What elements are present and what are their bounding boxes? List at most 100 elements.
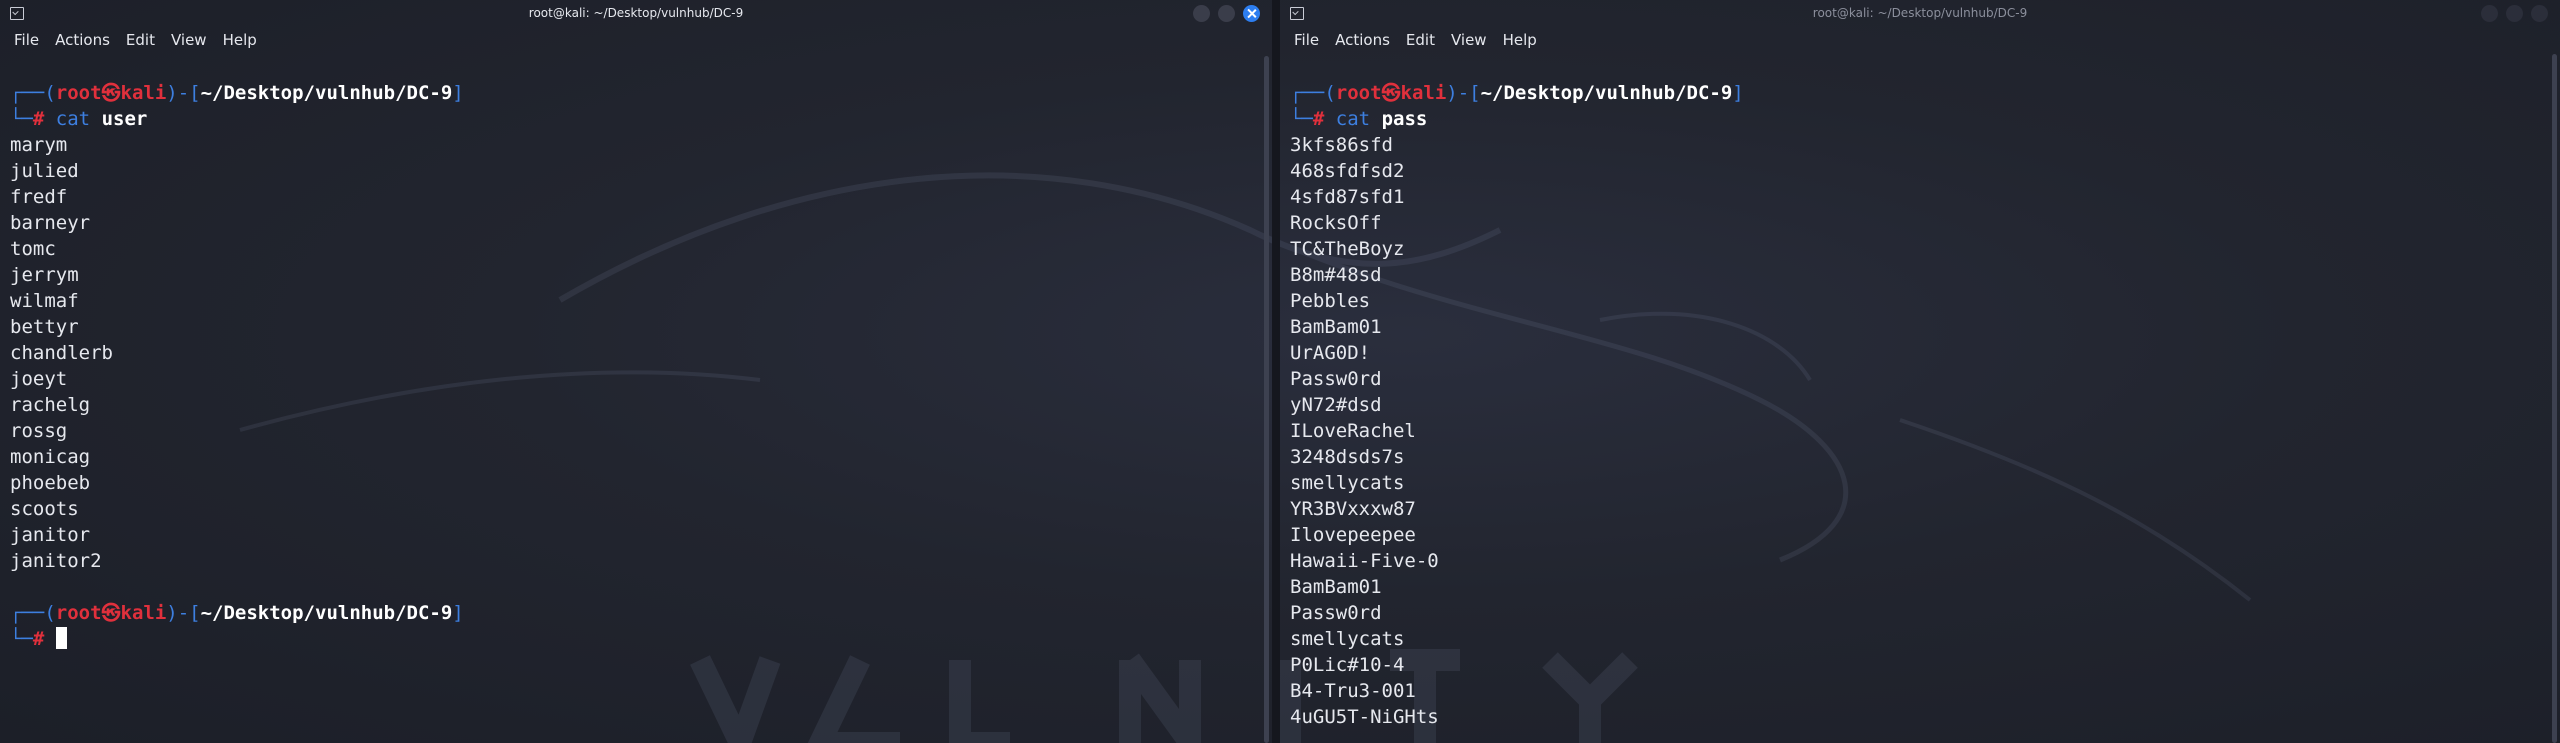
desktop: root@kali: ~/Desktop/vulnhub/DC-9 File A…	[0, 0, 2560, 743]
menu-actions[interactable]: Actions	[1327, 28, 1398, 52]
prompt-corner: ┌──(	[10, 602, 56, 624]
prompt-corner: └─	[10, 108, 33, 130]
menubar: File Actions Edit View Help	[1280, 28, 2560, 52]
output-line: P0Lic#10-4	[1290, 654, 1405, 676]
output-line: 3248dsds7s	[1290, 446, 1405, 468]
output-line: Passw0rd	[1290, 368, 1382, 390]
menu-view[interactable]: View	[163, 28, 215, 52]
output-line: bettyr	[10, 316, 79, 338]
output-line: 4sfd87sfd1	[1290, 186, 1405, 208]
output-line: tomc	[10, 238, 56, 260]
command: cat	[55, 108, 91, 130]
prompt-corner: └─	[10, 628, 33, 650]
menu-file[interactable]: File	[1286, 28, 1327, 52]
prompt-hash: #	[32, 628, 45, 650]
prompt-corner: └─	[1290, 108, 1313, 130]
prompt-end: ]	[1732, 82, 1744, 104]
menu-edit[interactable]: Edit	[1398, 28, 1443, 52]
menu-file[interactable]: File	[6, 28, 47, 52]
output-line: rossg	[10, 420, 68, 442]
output-line: Passw0rd	[1290, 602, 1382, 624]
titlebar[interactable]: root@kali: ~/Desktop/vulnhub/DC-9	[0, 0, 1272, 26]
maximize-icon[interactable]	[1218, 5, 1235, 22]
output-line: ILoveRachel	[1290, 420, 1416, 442]
output-line: 4uGU5T-NiGHts	[1290, 706, 1439, 728]
output-line: UrAG0D!	[1290, 342, 1371, 364]
close-icon[interactable]	[2531, 5, 2548, 22]
output-line: YR3BVxxxw87	[1290, 498, 1416, 520]
output-line: joeyt	[10, 368, 68, 390]
command-line: └─# cat pass	[1290, 106, 2546, 132]
terminal-window-left[interactable]: root@kali: ~/Desktop/vulnhub/DC-9 File A…	[0, 0, 1272, 743]
output-line: yN72#dsd	[1290, 394, 1382, 416]
close-icon[interactable]	[1243, 5, 1260, 22]
command-line: └─#	[10, 626, 1258, 652]
output-line: monicag	[10, 446, 91, 468]
output-line: BamBam01	[1290, 576, 1382, 598]
output-line: smellycats	[1290, 628, 1405, 650]
minimize-icon[interactable]	[2481, 5, 2498, 22]
output-line: TC&TheBoyz	[1290, 238, 1405, 260]
prompt-user: root㉿kali	[55, 82, 167, 104]
output-line: scoots	[10, 498, 79, 520]
prompt-corner: ┌──(	[10, 82, 56, 104]
window-buttons	[2481, 5, 2548, 22]
prompt-sep: )-[	[1446, 82, 1481, 104]
output-line: wilmaf	[10, 290, 79, 312]
menu-help[interactable]: Help	[1495, 28, 1545, 52]
scrollbar[interactable]	[1264, 56, 1269, 743]
menu-actions[interactable]: Actions	[47, 28, 118, 52]
command-line: └─# cat user	[10, 106, 1258, 132]
menu-help[interactable]: Help	[215, 28, 265, 52]
window-title: root@kali: ~/Desktop/vulnhub/DC-9	[528, 6, 744, 20]
menu-edit[interactable]: Edit	[118, 28, 163, 52]
output-line: B8m#48sd	[1290, 264, 1382, 286]
output-line: BamBam01	[1290, 316, 1382, 338]
prompt-user: root㉿kali	[1335, 82, 1447, 104]
output-line: barneyr	[10, 212, 91, 234]
prompt-sep: )-[	[166, 82, 201, 104]
minimize-icon[interactable]	[1193, 5, 1210, 22]
scrollbar[interactable]	[2552, 54, 2557, 743]
maximize-icon[interactable]	[2506, 5, 2523, 22]
window-divider	[1272, 0, 1280, 743]
prompt-path: ~/Desktop/vulnhub/DC-9	[1480, 82, 1733, 104]
prompt-end: ]	[452, 82, 464, 104]
prompt-user: root㉿kali	[55, 602, 167, 624]
output-line: Ilovepeepee	[1290, 524, 1416, 546]
prompt-corner: ┌──(	[1290, 82, 1336, 104]
output-line: RocksOff	[1290, 212, 1382, 234]
terminal-output[interactable]: ┌──(root㉿kali)-[~/Desktop/vulnhub/DC-9] …	[1280, 80, 2546, 743]
terminal-output[interactable]: ┌──(root㉿kali)-[~/Desktop/vulnhub/DC-9] …	[0, 80, 1258, 743]
window-title: root@kali: ~/Desktop/vulnhub/DC-9	[1812, 6, 2028, 20]
text-cursor	[55, 627, 67, 649]
output-line: 468sfdfsd2	[1290, 160, 1405, 182]
output-line: fredf	[10, 186, 68, 208]
prompt-hash: #	[1312, 108, 1325, 130]
output-line: jerrym	[10, 264, 79, 286]
prompt-end: ]	[452, 602, 464, 624]
output-line: Hawaii-Five-0	[1290, 550, 1439, 572]
prompt-line: ┌──(root㉿kali)-[~/Desktop/vulnhub/DC-9]	[1290, 80, 2546, 106]
command-arg: pass	[1381, 108, 1428, 130]
command: cat	[1335, 108, 1371, 130]
prompt-sep: )-[	[166, 602, 201, 624]
command-arg: user	[101, 108, 148, 130]
output-line: janitor2	[10, 550, 102, 572]
output-line: chandlerb	[10, 342, 113, 364]
menubar: File Actions Edit View Help	[0, 28, 1272, 52]
prompt-line: ┌──(root㉿kali)-[~/Desktop/vulnhub/DC-9]	[10, 80, 1258, 106]
output-line: julied	[10, 160, 79, 182]
titlebar[interactable]: root@kali: ~/Desktop/vulnhub/DC-9	[1280, 0, 2560, 26]
prompt-line: ┌──(root㉿kali)-[~/Desktop/vulnhub/DC-9]	[10, 600, 1258, 626]
output-line: phoebeb	[10, 472, 91, 494]
terminal-window-right[interactable]: root@kali: ~/Desktop/vulnhub/DC-9 File A…	[1280, 0, 2560, 743]
menu-view[interactable]: View	[1443, 28, 1495, 52]
prompt-path: ~/Desktop/vulnhub/DC-9	[200, 602, 453, 624]
output-line: B4-Tru3-001	[1290, 680, 1416, 702]
output-line: 3kfs86sfd	[1290, 134, 1393, 156]
prompt-path: ~/Desktop/vulnhub/DC-9	[200, 82, 453, 104]
output-line: marym	[10, 134, 68, 156]
prompt-hash: #	[32, 108, 45, 130]
